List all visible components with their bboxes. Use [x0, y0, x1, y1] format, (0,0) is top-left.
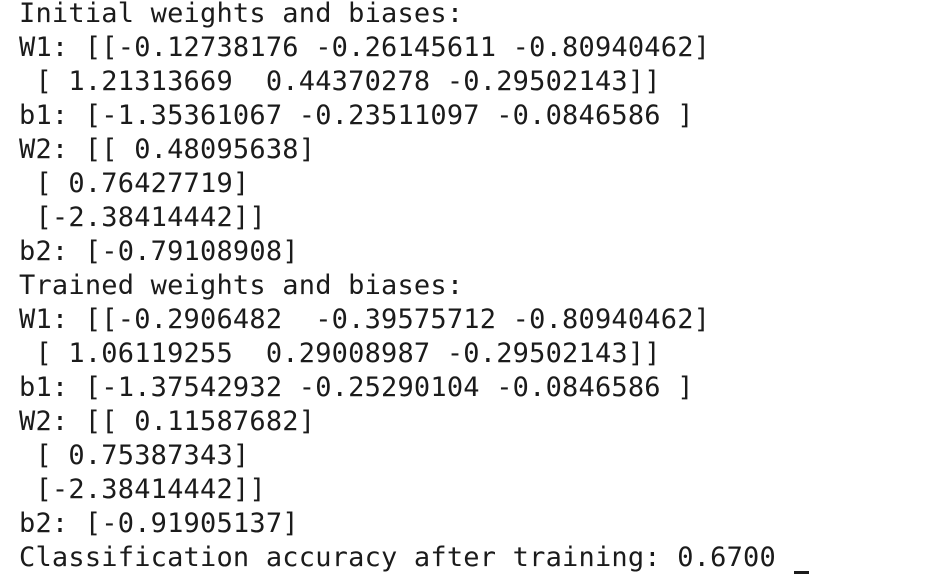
output-line-trained-w2-row3: [-2.38414442]] — [19, 474, 266, 505]
output-line-initial-heading: Initial weights and biases: — [19, 0, 464, 29]
accuracy-text: Classification accuracy after training: … — [19, 542, 793, 573]
output-line-trained-b1: b1: [-1.37542932 -0.25290104 -0.0846586 … — [19, 372, 694, 403]
output-line-trained-w1-row2: [ 1.06119255 0.29008987 -0.29502143]] — [19, 338, 661, 369]
output-line-initial-w2-row1: W2: [[ 0.48095638] — [19, 134, 316, 165]
output-line-initial-b2: b2: [-0.79108908] — [19, 236, 299, 267]
output-line-initial-w2-row2: [ 0.76427719] — [19, 168, 250, 199]
text-cursor — [794, 571, 810, 574]
output-line-initial-w1-row1: W1: [[-0.12738176 -0.26145611 -0.8094046… — [19, 32, 711, 63]
output-line-initial-b1: b1: [-1.35361067 -0.23511097 -0.0846586 … — [19, 100, 694, 131]
output-line-trained-w2-row1: W2: [[ 0.11587682] — [19, 406, 316, 437]
output-line-trained-w2-row2: [ 0.75387343] — [19, 440, 250, 471]
output-line-trained-heading: Trained weights and biases: — [19, 270, 464, 301]
output-line-trained-b2: b2: [-0.91905137] — [19, 508, 299, 539]
output-line-trained-w1-row1: W1: [[-0.2906482 -0.39575712 -0.80940462… — [19, 304, 711, 335]
output-line-initial-w2-row3: [-2.38414442]] — [19, 202, 266, 233]
output-line-accuracy: Classification accuracy after training: … — [19, 541, 810, 575]
terminal-lines: Initial weights and biases: W1: [[-0.127… — [19, 0, 810, 575]
output-line-initial-w1-row2: [ 1.21313669 0.44370278 -0.29502143]] — [19, 66, 661, 97]
terminal-output[interactable]: Initial weights and biases: W1: [[-0.127… — [0, 0, 938, 580]
